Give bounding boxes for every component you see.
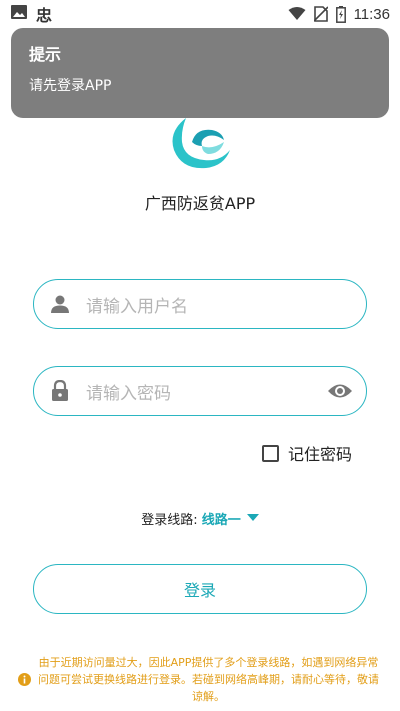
clock: 11:36 bbox=[353, 5, 390, 23]
login-button[interactable]: 登录 bbox=[33, 564, 367, 614]
notice-text: 由于近期访问量过大，因此APP提供了多个登录线路，如遇到网络异常问题可尝试更换线… bbox=[38, 656, 379, 703]
info-icon bbox=[18, 671, 31, 690]
lock-icon bbox=[34, 380, 86, 402]
remember-label: 记住密码 bbox=[288, 445, 353, 464]
show-password-eye-icon[interactable] bbox=[314, 382, 366, 400]
route-label: 登录线路: bbox=[141, 513, 198, 528]
route-selector: 登录线路: 线路一 bbox=[0, 509, 400, 528]
battery-charging-icon bbox=[335, 5, 346, 23]
status-right: 11:36 bbox=[288, 5, 390, 23]
no-sim-icon bbox=[313, 6, 328, 22]
password-field[interactable]: 请输入密码 bbox=[33, 366, 367, 416]
toast-title: 提示 bbox=[29, 45, 62, 64]
gallery-icon bbox=[10, 4, 28, 24]
app-name: 广西防返贫APP bbox=[144, 194, 256, 213]
wifi-icon bbox=[288, 7, 306, 21]
user-icon bbox=[34, 294, 86, 314]
remember-password[interactable]: 记住密码 bbox=[262, 441, 352, 465]
toast-message: 请先登录APP bbox=[29, 78, 112, 94]
status-left: 忠 bbox=[10, 2, 52, 26]
app-notification-glyph: 忠 bbox=[36, 6, 53, 25]
username-field[interactable]: 请输入用户名 bbox=[33, 279, 367, 329]
password-placeholder: 请输入密码 bbox=[86, 383, 171, 404]
username-placeholder: 请输入用户名 bbox=[86, 296, 188, 317]
notice: 由于近期访问量过大，因此APP提供了多个登录线路，如遇到网络异常问题可尝试更换线… bbox=[18, 654, 382, 705]
toast-notification: 提示 请先登录APP bbox=[11, 28, 389, 118]
caret-down-icon[interactable] bbox=[246, 511, 259, 526]
remember-checkbox[interactable] bbox=[262, 444, 279, 462]
app-logo bbox=[166, 112, 236, 174]
route-dropdown-value[interactable]: 线路一 bbox=[202, 509, 241, 528]
status-bar: 忠 11:36 bbox=[0, 0, 400, 28]
